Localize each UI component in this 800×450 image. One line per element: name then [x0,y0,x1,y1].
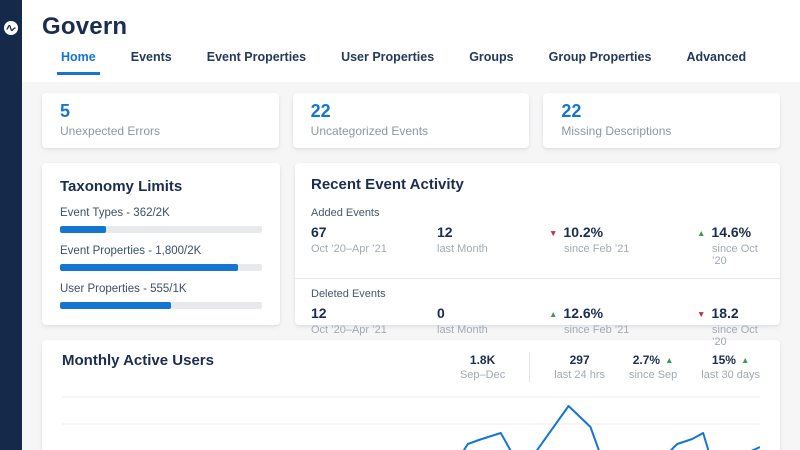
section-divider [295,278,780,279]
deleted-last-month-value: 0 [437,305,549,321]
mau-last-30days: 15%▲ last 30 days [701,353,760,381]
taxonomy-limits-card: Taxonomy Limits Event Types - 362/2K Eve… [42,163,280,325]
trend-up-icon: ▲ [665,355,673,365]
limit-event-types-bar-fill [60,226,106,233]
mau-series-line [62,406,760,450]
added-last-month-caption: last Month [437,243,549,255]
mau-title: Monthly Active Users [62,352,214,369]
added-since-feb: ▼10.2% since Feb ’21 [549,224,697,267]
limit-event-properties-bar [60,264,262,271]
mau-header: Monthly Active Users 1.8K Sep–Dec 297 la… [62,352,760,382]
mau-since-sep-value: 2.7%▲ [629,353,677,367]
limit-event-types-bar [60,226,262,233]
deleted-since-oct-caption: since Oct ’20 [712,324,764,348]
stats-divider [529,352,530,382]
deleted-total-value: 12 [311,305,437,321]
mau-last-24hrs: 297 last 24 hrs [554,353,605,381]
limit-event-properties-bar-fill [60,264,238,271]
card-unexpected-errors[interactable]: 5 Unexpected Errors [42,93,279,148]
recent-event-activity-card: Recent Event Activity Added Events 67 Oc… [295,163,780,325]
mau-total: 1.8K Sep–Dec [460,353,505,381]
limit-event-properties-label: Event Properties - 1,800/2K [60,245,262,257]
tab-advanced[interactable]: Advanced [682,50,750,75]
page-header: Govern Home Events Event Properties User… [22,0,800,82]
missing-descriptions-label: Missing Descriptions [561,124,762,138]
dashboard-content: 5 Unexpected Errors 22 Uncategorized Eve… [22,82,800,450]
tab-events[interactable]: Events [127,50,176,75]
added-since-oct-value: ▲14.6% [697,224,764,240]
deleted-total-caption: Oct ’20–Apr ’21 [311,324,437,336]
added-total: 67 Oct ’20–Apr ’21 [311,224,437,267]
added-since-oct: ▲14.6% since Oct ’20 [697,224,764,267]
tab-home[interactable]: Home [57,50,100,75]
mau-total-value: 1.8K [460,353,505,367]
mau-stats: 1.8K Sep–Dec 297 last 24 hrs 2.7%▲ since… [460,352,760,382]
mau-last-24hrs-caption: last 24 hrs [554,369,605,381]
added-total-caption: Oct ’20–Apr ’21 [311,243,437,255]
amplitude-wave-glyph [6,23,16,33]
limit-event-properties: Event Properties - 1,800/2K [60,245,262,271]
tab-user-properties[interactable]: User Properties [337,50,438,75]
limit-user-properties-bar-fill [60,302,171,309]
tab-group-properties[interactable]: Group Properties [545,50,656,75]
limit-user-properties-label: User Properties - 555/1K [60,283,262,295]
limit-event-types-label: Event Types - 362/2K [60,207,262,219]
deleted-since-feb: ▲12.6% since Feb ’21 [549,305,697,348]
middle-row: Taxonomy Limits Event Types - 362/2K Eve… [42,163,780,325]
uncategorized-events-count: 22 [311,101,512,122]
added-since-oct-caption: since Oct ’20 [712,243,764,267]
limit-user-properties: User Properties - 555/1K [60,283,262,309]
missing-descriptions-count: 22 [561,101,762,122]
tab-event-properties[interactable]: Event Properties [203,50,310,75]
recent-event-activity-title: Recent Event Activity [311,176,764,193]
taxonomy-limits-title: Taxonomy Limits [60,178,262,195]
deleted-since-feb-value: ▲12.6% [549,305,697,321]
tab-groups[interactable]: Groups [465,50,517,75]
page-title: Govern [42,13,780,41]
app-sidebar [0,0,22,450]
amplitude-logo-icon[interactable] [4,21,18,35]
added-events-label: Added Events [311,207,764,219]
deleted-events-label: Deleted Events [311,288,764,300]
govern-dashboard: Govern Home Events Event Properties User… [0,0,800,450]
trend-up-icon: ▲ [697,228,705,238]
tab-bar: Home Events Event Properties User Proper… [42,50,780,75]
mau-last-30days-caption: last 30 days [701,369,760,381]
summary-cards-row: 5 Unexpected Errors 22 Uncategorized Eve… [42,93,780,148]
unexpected-errors-count: 5 [60,101,261,122]
deleted-events-stats: 12 Oct ’20–Apr ’21 0 last Month ▲12.6% s… [311,305,764,348]
added-events-stats: 67 Oct ’20–Apr ’21 12 last Month ▼10.2% … [311,224,764,267]
chart-gridlines [62,397,760,450]
trend-down-icon: ▼ [697,309,705,319]
added-since-feb-caption: since Feb ’21 [564,243,697,255]
unexpected-errors-label: Unexpected Errors [60,124,261,138]
deleted-last-month-caption: last Month [437,324,549,336]
added-last-month-value: 12 [437,224,549,240]
deleted-since-feb-caption: since Feb ’21 [564,324,697,336]
added-since-feb-value: ▼10.2% [549,224,697,240]
mau-since-sep: 2.7%▲ since Sep [629,353,677,381]
trend-up-icon: ▲ [741,355,749,365]
mau-last-30days-value: 15%▲ [701,353,760,367]
limit-event-types: Event Types - 362/2K [60,207,262,233]
added-last-month: 12 last Month [437,224,549,267]
trend-up-icon: ▲ [549,309,557,319]
deleted-since-oct: ▼18.2 since Oct ’20 [697,305,764,348]
trend-down-icon: ▼ [549,228,557,238]
card-uncategorized-events[interactable]: 22 Uncategorized Events [293,93,530,148]
added-total-value: 67 [311,224,437,240]
uncategorized-events-label: Uncategorized Events [311,124,512,138]
monthly-active-users-card: Monthly Active Users 1.8K Sep–Dec 297 la… [42,340,780,450]
mau-last-24hrs-value: 297 [554,353,605,367]
deleted-since-oct-value: ▼18.2 [697,305,764,321]
deleted-last-month: 0 last Month [437,305,549,348]
deleted-total: 12 Oct ’20–Apr ’21 [311,305,437,348]
mau-chart-svg [62,393,760,450]
mau-since-sep-caption: since Sep [629,369,677,381]
card-missing-descriptions[interactable]: 22 Missing Descriptions [543,93,780,148]
limit-user-properties-bar [60,302,262,309]
mau-line-chart[interactable] [62,393,760,450]
mau-total-caption: Sep–Dec [460,369,505,381]
